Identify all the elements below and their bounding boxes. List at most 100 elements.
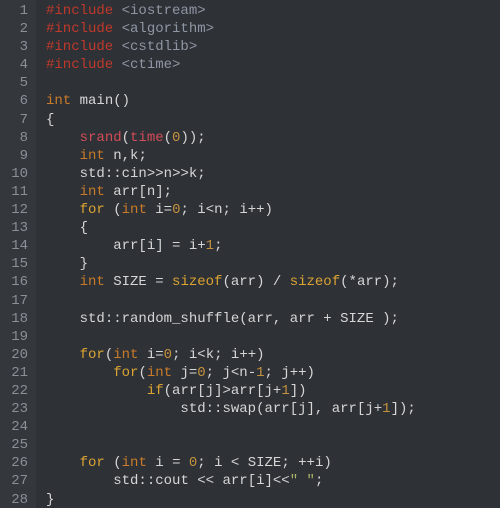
token-id: arr <box>222 473 247 489</box>
code-line[interactable]: srand(time(0)); <box>46 129 500 147</box>
code-line[interactable]: for (int i=0; i<n; i++) <box>46 201 500 219</box>
code-line[interactable]: std::random_shuffle(arr, arr + SIZE ); <box>46 310 500 328</box>
token-kw: sizeof <box>172 274 222 290</box>
line-number: 8 <box>6 129 28 147</box>
token-hdr: <algorithm> <box>122 21 214 37</box>
code-line[interactable]: #include <iostream> <box>46 2 500 20</box>
code-line[interactable] <box>46 74 500 92</box>
code-line[interactable]: int arr[n]; <box>46 183 500 201</box>
token-id: arr <box>248 311 273 327</box>
token-op: ; <box>214 347 231 363</box>
token-id: j <box>180 365 188 381</box>
token-inc: #include <box>46 39 122 55</box>
line-number: 9 <box>6 147 28 165</box>
code-line[interactable]: } <box>46 255 500 273</box>
token-type: int <box>80 184 114 200</box>
token-op: [ <box>138 184 146 200</box>
line-number: 25 <box>6 436 28 454</box>
token-op: ]; <box>155 184 172 200</box>
token-op: , <box>122 148 130 164</box>
code-line[interactable]: int main() <box>46 92 500 110</box>
token-op: + <box>374 401 382 417</box>
token-num: 1 <box>256 365 264 381</box>
line-number: 28 <box>6 491 28 508</box>
token-id: j <box>206 383 214 399</box>
token-op: [ <box>256 383 264 399</box>
line-number: 2 <box>6 20 28 38</box>
token-op: ++) <box>248 202 273 218</box>
code-line[interactable] <box>46 418 500 436</box>
token-op: = <box>172 455 189 471</box>
code-line[interactable]: for(int j=0; j<n-1; j++) <box>46 364 500 382</box>
token-id: cout <box>155 473 197 489</box>
token-op: ; <box>197 455 214 471</box>
code-area[interactable]: #include <iostream>#include <algorithm>#… <box>36 0 500 508</box>
line-number: 17 <box>6 292 28 310</box>
token-op: + <box>197 238 205 254</box>
token-inc: #include <box>46 57 122 73</box>
code-line[interactable]: std::cout << arr[i]<<" "; <box>46 472 500 490</box>
token-id <box>46 202 80 218</box>
token-fn: srand <box>80 130 122 146</box>
token-id: i <box>197 202 205 218</box>
token-hdr: <iostream> <box>122 3 206 19</box>
token-op: :: <box>206 401 223 417</box>
code-line[interactable]: arr[i] = i+1; <box>46 237 500 255</box>
line-number: 12 <box>6 201 28 219</box>
code-line[interactable]: { <box>46 219 500 237</box>
token-op: ]); <box>391 401 416 417</box>
token-op: ( <box>222 274 230 290</box>
token-op: ); <box>382 274 399 290</box>
token-id: arr <box>264 401 289 417</box>
token-op: ( <box>105 347 113 363</box>
token-op: ++) <box>239 347 264 363</box>
token-id: n <box>147 184 155 200</box>
token-id: j <box>222 365 230 381</box>
token-op: :: <box>138 473 155 489</box>
line-number: 3 <box>6 38 28 56</box>
code-line[interactable]: { <box>46 111 500 129</box>
token-kw: for <box>113 365 138 381</box>
token-id: n <box>214 202 222 218</box>
token-fn: time <box>130 130 164 146</box>
line-number: 1 <box>6 2 28 20</box>
code-line[interactable]: for (int i = 0; i < SIZE; ++i) <box>46 454 500 472</box>
token-id: j <box>298 401 306 417</box>
code-line[interactable]: } <box>46 491 500 508</box>
line-number: 16 <box>6 273 28 291</box>
token-id: random_shuffle <box>122 311 240 327</box>
code-line[interactable]: int n,k; <box>46 147 500 165</box>
line-number: 26 <box>6 454 28 472</box>
token-id: std <box>46 166 105 182</box>
token-id: i <box>147 238 155 254</box>
token-op: (* <box>340 274 357 290</box>
token-op: ) / <box>256 274 290 290</box>
code-line[interactable]: std::cin>>n>>k; <box>46 165 500 183</box>
token-type: int <box>46 93 80 109</box>
token-op: :: <box>105 311 122 327</box>
code-editor[interactable]: 1234567891011121314151617181920212223242… <box>0 0 500 508</box>
token-id: arr <box>46 238 138 254</box>
token-id: n <box>164 166 172 182</box>
code-line[interactable]: std::swap(arr[j], arr[j+1]); <box>46 400 500 418</box>
code-line[interactable] <box>46 436 500 454</box>
code-line[interactable] <box>46 328 500 346</box>
code-line[interactable]: if(arr[j]>arr[j+1]) <box>46 382 500 400</box>
token-op: ; <box>206 365 223 381</box>
token-op: = <box>189 365 197 381</box>
token-type: int <box>122 202 156 218</box>
code-line[interactable]: #include <ctime> <box>46 56 500 74</box>
line-number: 19 <box>6 328 28 346</box>
token-id <box>46 383 147 399</box>
token-id: arr <box>113 184 138 200</box>
code-line[interactable]: for(int i=0; i<k; i++) <box>46 346 500 364</box>
token-type: int <box>80 274 114 290</box>
code-line[interactable]: int SIZE = sizeof(arr) / sizeof(*arr); <box>46 273 500 291</box>
token-kw: if <box>147 383 164 399</box>
token-op: } <box>46 492 54 508</box>
line-number: 13 <box>6 219 28 237</box>
code-line[interactable]: #include <cstdlib> <box>46 38 500 56</box>
code-line[interactable] <box>46 292 500 310</box>
token-hdr: <cstdlib> <box>122 39 198 55</box>
code-line[interactable]: #include <algorithm> <box>46 20 500 38</box>
